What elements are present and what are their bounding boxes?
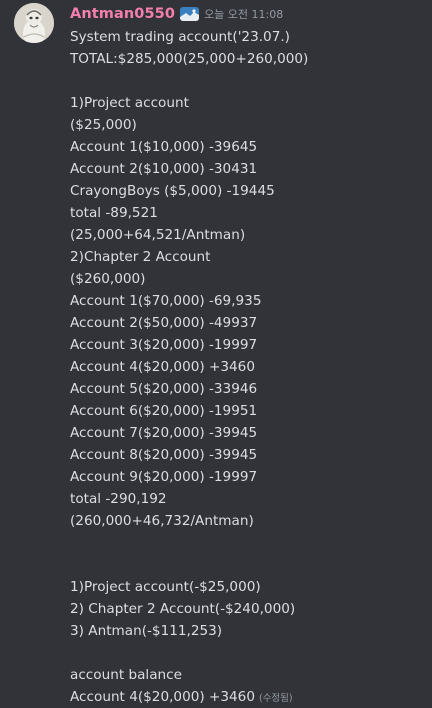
message-line-text: ($25,000)	[70, 117, 137, 133]
message-line-text: CrayongBoys ($5,000) -19445	[70, 183, 275, 199]
message-line-text: Account 4($20,000) +3460	[70, 359, 255, 375]
message-line-text: 2)Chapter 2 Account	[70, 249, 211, 265]
chat-message: Antman0550 오늘 오전 11:08 System trading ac…	[0, 0, 432, 708]
message-line: 2) Chapter 2 Account(-$240,000)	[70, 598, 425, 620]
message-line: Account 4($20,000) +3460	[70, 356, 425, 378]
message-line-text: 1)Project account(-$25,000)	[70, 579, 261, 595]
edited-label: (수정됨)	[258, 693, 293, 704]
message-line-text: Account 1($70,000) -69,935	[70, 293, 262, 309]
message-line: account balance	[70, 664, 425, 686]
message-line-text: total -290,192	[70, 491, 167, 507]
message-line-text: total -89,521	[70, 205, 158, 221]
avatar-image	[14, 3, 54, 43]
message-line: 1)Project account	[70, 92, 425, 114]
message-line-text: ($260,000)	[70, 271, 146, 287]
message-line: CrayongBoys ($5,000) -19445	[70, 180, 425, 202]
message-line-text: Account 2($50,000) -49937	[70, 315, 258, 331]
message-header: Antman0550 오늘 오전 11:08	[70, 4, 283, 24]
message-line: 1)Project account(-$25,000)	[70, 576, 425, 598]
message-line-text: Account 6($20,000) -19951	[70, 403, 258, 419]
message-line-text: 1)Project account	[70, 95, 189, 111]
message-line: Account 4($20,000) +3460 (수정됨)	[70, 686, 425, 708]
message-line-text: Account 7($20,000) -39945	[70, 425, 258, 441]
message-content: System trading account('23.07.) TOTAL:$28…	[70, 26, 425, 708]
message-line: Account 6($20,000) -19951	[70, 400, 425, 422]
user-avatar[interactable]	[14, 3, 54, 43]
message-line: Account 7($20,000) -39945	[70, 422, 425, 444]
message-line: Account 2($50,000) -49937	[70, 312, 425, 334]
message-line-text: 2) Chapter 2 Account(-$240,000)	[70, 601, 296, 617]
message-line: Account 3($20,000) -19997	[70, 334, 425, 356]
message-line: TOTAL:$285,000(25,000+260,000)	[70, 48, 425, 70]
message-line-text: Account 1($10,000) -39645	[70, 139, 258, 155]
message-line-text: Account 3($20,000) -19997	[70, 337, 258, 353]
message-line: (25,000+64,521/Antman)	[70, 224, 425, 246]
message-line-text: Account 5($20,000) -33946	[70, 381, 258, 397]
message-line: 3) Antman(-$111,253)	[70, 620, 425, 642]
message-line-text: TOTAL:$285,000(25,000+260,000)	[70, 51, 309, 67]
message-line-text: Account 2($10,000) -30431	[70, 161, 258, 177]
message-line-text: 3) Antman(-$111,253)	[70, 623, 223, 639]
message-line: Account 2($10,000) -30431	[70, 158, 425, 180]
message-line: Account 8($20,000) -39945	[70, 444, 425, 466]
message-line: 2)Chapter 2 Account	[70, 246, 425, 268]
message-line-text: (25,000+64,521/Antman)	[70, 227, 246, 243]
message-line-text: (260,000+46,732/Antman)	[70, 513, 254, 529]
message-line: ($260,000)	[70, 268, 425, 290]
message-line-text: account balance	[70, 667, 182, 683]
username[interactable]: Antman0550	[70, 6, 175, 22]
message-line-text: Account 8($20,000) -39945	[70, 447, 258, 463]
message-line: total -290,192	[70, 488, 425, 510]
message-line: total -89,521	[70, 202, 425, 224]
message-line: ($25,000)	[70, 114, 425, 136]
message-line-text: Account 9($20,000) -19997	[70, 469, 258, 485]
message-line: System trading account('23.07.)	[70, 26, 425, 48]
message-timestamp: 오늘 오전 11:08	[204, 8, 284, 21]
message-line: Account 9($20,000) -19997	[70, 466, 425, 488]
message-line-text: System trading account('23.07.)	[70, 29, 290, 45]
message-line: Account 1($10,000) -39645	[70, 136, 425, 158]
message-line: (260,000+46,732/Antman)	[70, 510, 425, 532]
server-tag-icon[interactable]	[180, 7, 200, 21]
message-line: Account 1($70,000) -69,935	[70, 290, 425, 312]
message-line: Account 5($20,000) -33946	[70, 378, 425, 400]
message-line-text: Account 4($20,000) +3460	[70, 689, 255, 705]
